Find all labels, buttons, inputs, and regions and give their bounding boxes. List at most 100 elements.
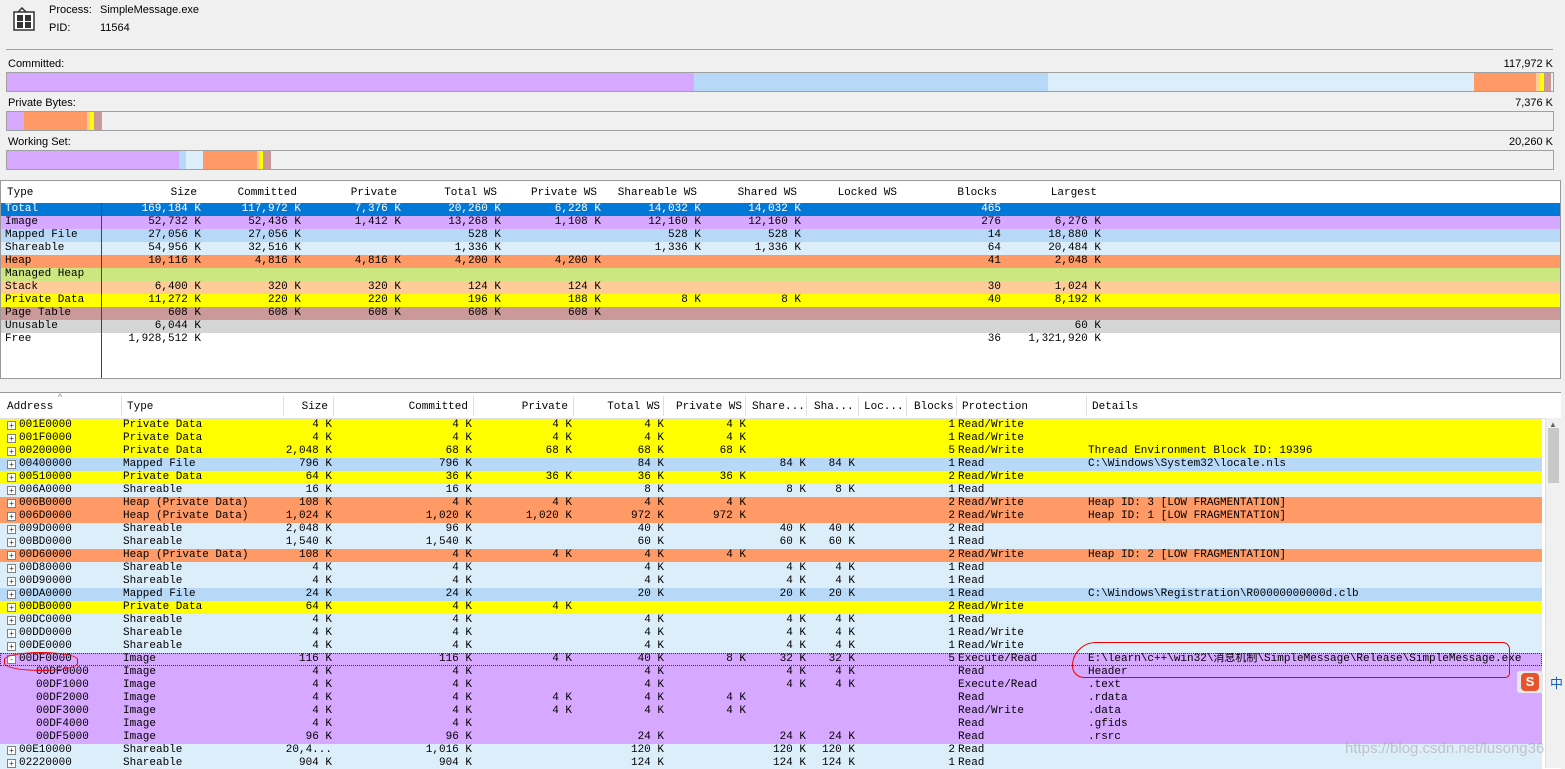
expand-icon[interactable]: + [7,421,16,430]
col-separator[interactable] [283,396,284,416]
summary-col-size[interactable]: Size [101,187,197,199]
detail-row[interactable]: +001F0000 Private Data 4 K 4 K 4 K 4 K 4 K 1 Rea… [0,432,1542,445]
detail-cell-total-ws: 60 K [637,536,664,548]
detail-col-private[interactable]: Private [474,401,568,413]
detail-cell-private: 36 K [545,471,572,483]
col-separator[interactable] [573,396,574,416]
summary-row[interactable]: Managed Heap [1,268,1560,281]
detail-row[interactable]: 00DF1000 Image 4 K 4 K 4 K 4 K 4 K Execute/Read… [0,679,1542,692]
summary-col-shareable-ws[interactable]: Shareable WS [601,187,697,199]
detail-row[interactable]: 00DF3000 Image 4 K 4 K 4 K 4 K 4 K Read/Write .d… [0,705,1542,718]
expand-icon[interactable]: + [7,759,16,768]
expand-icon[interactable]: + [7,564,16,573]
detail-row[interactable]: +00BD0000 Shareable 1,540 K 1,540 K 60 K 60 K… [0,536,1542,549]
summary-row[interactable]: Page Table 608 K 608 K 608 K 608 K 608 K [1,307,1560,320]
detail-cell-private: 68 K [545,445,572,457]
summary-row[interactable]: Total 169,184 K 117,972 K 7,376 K 20,260 K 6,… [1,203,1560,216]
summary-row[interactable]: Free 1,928,512 K 36 1,321,920 K [1,333,1560,346]
summary-row[interactable]: Private Data 11,272 K 220 K 220 K 196 K 188 K… [1,294,1560,307]
detail-col-locked-ws[interactable]: Loc... [864,401,904,413]
ime-language-indicator[interactable]: 中 [1550,673,1563,692]
col-separator[interactable] [1086,396,1087,416]
detail-col-shared-ws[interactable]: Sha... [814,401,854,413]
summary-col-total-ws[interactable]: Total WS [401,187,497,199]
summary-col-private[interactable]: Private [301,187,397,199]
summary-row[interactable]: Stack 6,400 K 320 K 320 K 124 K 124 K 30 1,024 … [1,281,1560,294]
detail-cell-size: 796 K [298,458,332,470]
expand-icon[interactable]: + [7,629,16,638]
detail-col-protection[interactable]: Protection [962,401,1028,413]
col-separator[interactable] [473,396,474,416]
detail-col-type[interactable]: Type [127,401,153,413]
detail-row[interactable]: +00200000 Private Data 2,048 K 68 K 68 K 68 K… [0,445,1542,458]
detail-row[interactable]: +009D0000 Shareable 2,048 K 96 K 40 K 40 K 40 … [0,523,1542,536]
detail-col-total-ws[interactable]: Total WS [574,401,660,413]
detail-row[interactable]: +00510000 Private Data 64 K 36 K 36 K 36 K 36 … [0,471,1542,484]
detail-row[interactable]: +00DC0000 Shareable 4 K 4 K 4 K 4 K 4 K 1 Read [0,614,1542,627]
detail-row[interactable]: +00DD0000 Shareable 4 K 4 K 4 K 4 K 4 K 1 Read/W… [0,627,1542,640]
expand-icon[interactable]: + [7,512,16,521]
detail-row[interactable]: +006D0000 Heap (Private Data) 1,024 K 1,020… [0,510,1542,523]
expand-icon[interactable]: + [7,525,16,534]
detail-col-details[interactable]: Details [1092,401,1138,413]
expand-icon[interactable]: + [7,603,16,612]
col-separator[interactable] [906,396,907,416]
detail-col-size[interactable]: Size [284,401,328,413]
col-separator[interactable] [858,396,859,416]
summary-col-shared-ws[interactable]: Shared WS [701,187,797,199]
col-separator[interactable] [121,396,122,416]
summary-row[interactable]: Image 52,732 K 52,436 K 1,412 K 13,268 K 1,10… [1,216,1560,229]
summary-col-blocks[interactable]: Blocks [901,187,997,199]
expand-icon[interactable]: + [7,590,16,599]
expand-icon[interactable]: + [7,642,16,651]
sogou-ime-icon[interactable]: S [1521,673,1539,691]
col-separator[interactable] [333,396,334,416]
detail-col-private-ws[interactable]: Private WS [664,401,742,413]
summary-row[interactable]: Mapped File 27,056 K 27,056 K 528 K 528 K 528… [1,229,1560,242]
summary-row[interactable]: Heap 10,116 K 4,816 K 4,816 K 4,200 K 4,200 K… [1,255,1560,268]
expand-icon[interactable]: + [7,616,16,625]
col-separator[interactable] [956,396,957,416]
detail-row[interactable]: +00400000 Mapped File 796 K 796 K 84 K 84 K 84… [0,458,1542,471]
expand-icon[interactable]: + [7,551,16,560]
detail-cell-committed: 4 K [452,614,472,626]
expand-icon[interactable]: + [7,486,16,495]
summary-col-committed[interactable]: Committed [201,187,297,199]
detail-row[interactable]: +00D60000 Heap (Private Data) 108 K 4 K 4 K 4… [0,549,1542,562]
scrollbar-thumb[interactable] [1548,428,1559,483]
summary-row[interactable]: Unusable 6,044 K 60 K [1,320,1560,333]
summary-col-locked-ws[interactable]: Locked WS [801,187,897,199]
detail-row[interactable]: +00E10000 Shareable 20,4... 1,016 K 120 K 120… [0,744,1542,757]
expand-icon[interactable]: + [7,499,16,508]
expand-icon[interactable]: + [7,434,16,443]
detail-row[interactable]: +006B0000 Heap (Private Data) 108 K 4 K 4 K 4… [0,497,1542,510]
summary-col-type[interactable]: Type [7,187,33,199]
expand-icon[interactable]: + [7,538,16,547]
expand-icon[interactable]: + [7,473,16,482]
col-separator[interactable] [806,396,807,416]
detail-row[interactable]: +00D90000 Shareable 4 K 4 K 4 K 4 K 4 K 1 Read [0,575,1542,588]
detail-col-shareable-ws[interactable]: Share... [752,401,805,413]
vertical-scrollbar[interactable]: ▲ [1545,418,1561,768]
col-separator[interactable] [745,396,746,416]
detail-row[interactable]: +00DB0000 Private Data 64 K 4 K 4 K 2 Read/Wri… [0,601,1542,614]
detail-row[interactable]: +00DA0000 Mapped File 24 K 24 K 20 K 20 K 20 K… [0,588,1542,601]
summary-col-largest[interactable]: Largest [1001,187,1097,199]
summary-row[interactable]: Shareable 54,956 K 32,516 K 1,336 K 1,336 K 1… [1,242,1560,255]
detail-col-committed[interactable]: Committed [334,401,468,413]
summary-col-private-ws[interactable]: Private WS [501,187,597,199]
expand-icon[interactable]: + [7,447,16,456]
expand-icon[interactable]: + [7,577,16,586]
expand-icon[interactable]: + [7,460,16,469]
detail-row[interactable]: 00DF5000 Image 96 K 96 K 24 K 24 K 24 K Read .rs… [0,731,1542,744]
detail-row[interactable]: 00DF2000 Image 4 K 4 K 4 K 4 K 4 K Read .rdata [0,692,1542,705]
detail-row[interactable]: +00D80000 Shareable 4 K 4 K 4 K 4 K 4 K 1 Read [0,562,1542,575]
detail-row[interactable]: +02220000 Shareable 904 K 904 K 124 K 124 K 12… [0,757,1542,769]
detail-row[interactable]: +001E0000 Private Data 4 K 4 K 4 K 4 K 4 K 1 Rea… [0,419,1542,432]
detail-row[interactable]: +006A0000 Shareable 16 K 16 K 8 K 8 K 8 K 1 Read [0,484,1542,497]
detail-row[interactable]: 00DF4000 Image 4 K 4 K Read .gfids [0,718,1542,731]
detail-col-blocks[interactable]: Blocks [914,401,954,413]
detail-col-address[interactable]: Address [7,401,53,413]
expand-icon[interactable]: + [7,746,16,755]
col-separator[interactable] [663,396,664,416]
